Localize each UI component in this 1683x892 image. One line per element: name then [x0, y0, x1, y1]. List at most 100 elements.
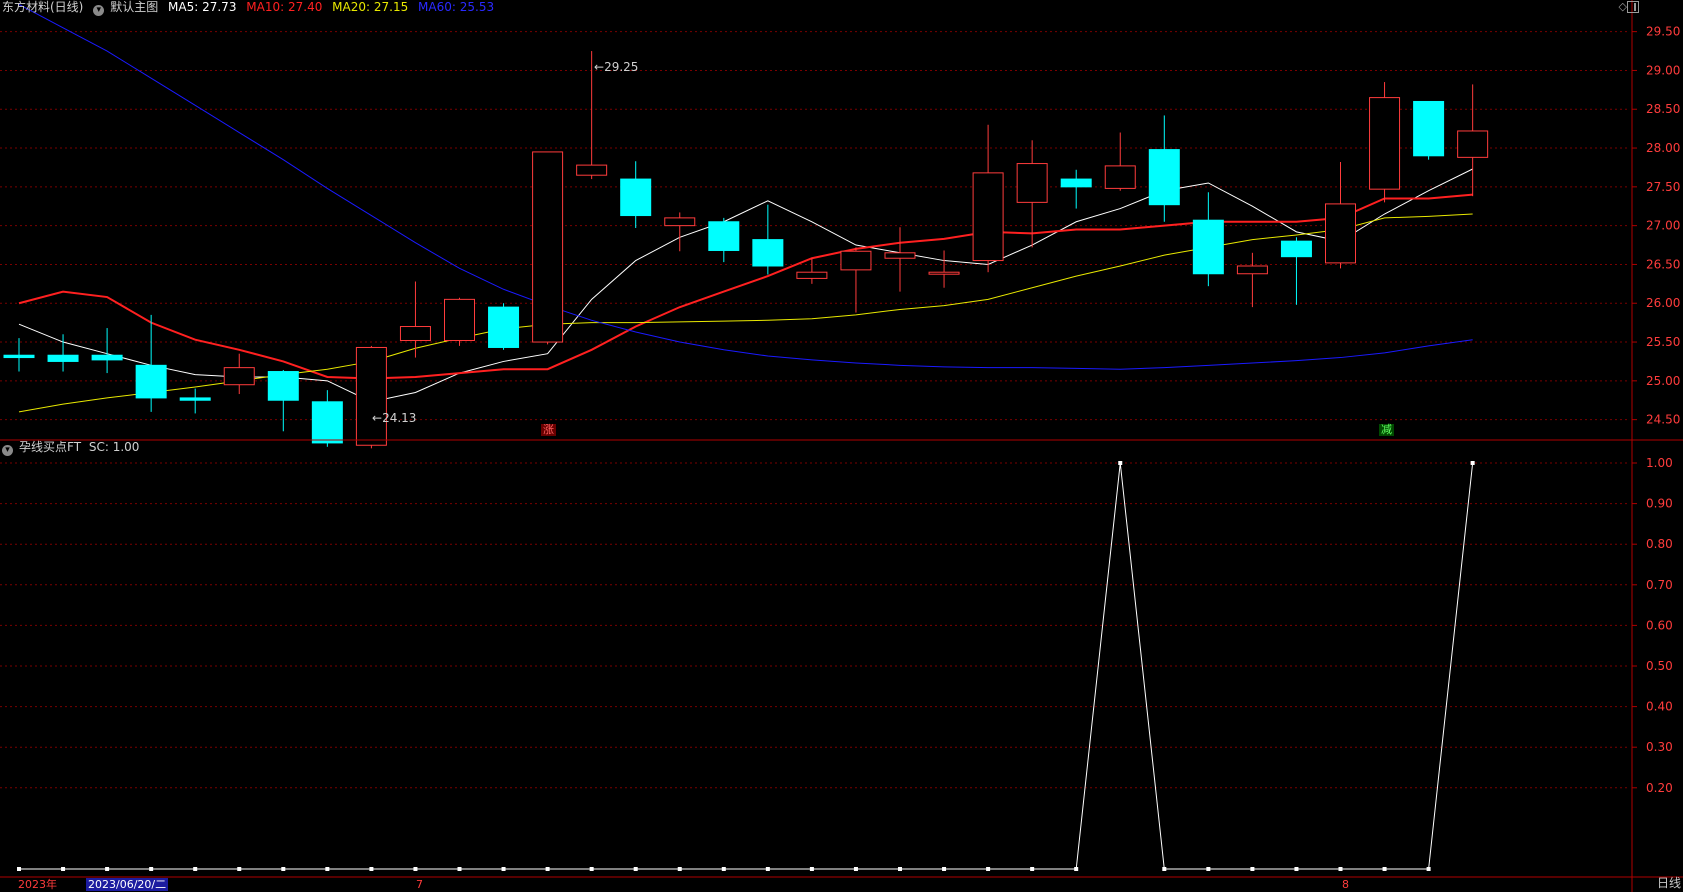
candle-down	[1280, 237, 1312, 305]
candle-down	[1148, 115, 1180, 222]
price-tick-label: 29.50	[1646, 25, 1680, 39]
chevron-down-icon[interactable]: ▾	[93, 5, 105, 16]
main-chart-header: 东方材料(日线) ▾ 默认主图 MA5: 27.73 MA10: 27.40 MA…	[2, 0, 500, 16]
candle-up	[223, 353, 255, 395]
period-button[interactable]: 日线	[1657, 874, 1681, 891]
candle-body	[47, 354, 79, 362]
candle-down	[1413, 100, 1445, 160]
main-price-axis: 24.50 25.00 25.50 26.00 26.50 27.00 27.50 28.00…	[1632, 25, 1680, 427]
stock-name[interactable]: 东方材料(日线)	[2, 0, 83, 14]
sc-point	[809, 867, 814, 871]
sc-point	[105, 867, 110, 871]
year-label: 2023年	[18, 878, 57, 891]
month-label-7: 7	[416, 878, 423, 891]
indicator-tick-label: 0.80	[1646, 537, 1673, 551]
candle-body	[1413, 100, 1445, 157]
price-tick-label: 26.00	[1646, 296, 1680, 310]
stock-chart-canvas[interactable]: 24.50 25.00 25.50 26.00 26.50 27.00 27.50 28.00…	[0, 0, 1683, 892]
candle-body	[3, 354, 35, 359]
ma60-label: MA60: 25.53	[418, 0, 495, 14]
price-tick-label: 28.00	[1646, 141, 1680, 155]
indicator-value: SC: 1.00	[88, 440, 140, 454]
candle-body	[796, 271, 828, 279]
candle-body	[179, 397, 211, 401]
candle-up	[1325, 162, 1356, 269]
ma5-line	[18, 168, 1473, 403]
candle-body	[884, 252, 916, 259]
sc-point	[853, 867, 858, 871]
candle-body	[1104, 165, 1136, 189]
sc-point	[501, 867, 506, 871]
candle-up	[928, 250, 960, 288]
sc-point	[1118, 461, 1123, 465]
candle-down	[135, 314, 167, 412]
price-tick-label: 27.00	[1646, 219, 1680, 233]
ma10-label: MA10: 27.40	[246, 0, 323, 14]
price-tick-label: 25.50	[1646, 335, 1680, 349]
candlestick-series	[3, 51, 1489, 449]
low-price-annotation: ←24.13	[370, 412, 418, 424]
sc-point	[1074, 867, 1079, 871]
event-tag-up[interactable]: 涨	[541, 424, 556, 436]
candle-up	[664, 212, 696, 252]
indicator-tick-label: 1.00	[1646, 456, 1673, 470]
sc-point	[898, 867, 902, 871]
sc-point	[413, 867, 418, 871]
sc-point	[1206, 867, 1211, 871]
candle-body	[135, 364, 167, 399]
month-label-8: 8	[1342, 878, 1349, 891]
candle-body	[620, 178, 652, 217]
candle-body	[1192, 219, 1224, 275]
arrow-left-icon: ←	[372, 411, 383, 425]
candle-body	[444, 298, 475, 341]
candle-body	[1060, 178, 1092, 188]
ma5-label: MA5: 27.73	[168, 0, 237, 14]
candle-up	[1457, 84, 1489, 197]
sc-point	[1338, 867, 1343, 871]
indicator-tick-label: 0.40	[1646, 700, 1673, 714]
sc-point	[1426, 867, 1431, 871]
indicator-tick-label: 0.20	[1646, 781, 1673, 795]
candle-body	[1280, 240, 1312, 258]
main-chart-label[interactable]: 默认主图	[110, 0, 158, 14]
candle-body	[91, 354, 123, 361]
candle-body	[752, 239, 784, 267]
indicator-name[interactable]: 孕线买点FT	[19, 440, 81, 454]
candle-down	[47, 334, 79, 372]
candle-body	[399, 326, 431, 341]
candle-body	[840, 250, 872, 271]
sc-point	[17, 867, 21, 871]
diamond-icon[interactable]: ◇	[1619, 0, 1627, 13]
high-price-label: 29.25	[604, 60, 639, 74]
chevron-down-icon[interactable]: ▾	[2, 445, 13, 456]
candle-body	[1016, 163, 1048, 203]
sc-point	[986, 867, 991, 871]
low-price-label: 24.13	[382, 411, 417, 425]
candle-body	[708, 221, 740, 251]
main-chart-grid	[0, 31, 1630, 421]
sc-point	[369, 867, 374, 871]
candle-down	[1192, 192, 1224, 287]
candle-body	[1236, 265, 1268, 275]
sc-point	[1250, 867, 1255, 871]
candle-down	[488, 303, 520, 350]
sc-point	[1470, 461, 1475, 465]
candle-body	[1325, 203, 1356, 264]
candle-down	[311, 390, 343, 447]
panel-toggle-icon[interactable]	[1627, 1, 1639, 13]
cursor-date-label: 2023/06/20/二	[86, 878, 169, 891]
price-tick-label: 25.00	[1646, 374, 1680, 388]
candle-down	[3, 338, 35, 372]
sc-point	[1294, 867, 1299, 871]
sc-point	[589, 867, 594, 871]
sc-point	[281, 867, 286, 871]
indicator-tick-label: 0.30	[1646, 740, 1673, 754]
candle-body	[223, 367, 255, 386]
candle-up	[355, 345, 387, 449]
sc-point	[545, 867, 550, 871]
candle-down	[1060, 169, 1092, 209]
price-tick-label: 28.50	[1646, 102, 1680, 116]
sc-point	[237, 867, 242, 871]
high-price-annotation: ←29.25	[592, 61, 640, 73]
event-tag-down[interactable]: 减	[1379, 424, 1394, 436]
